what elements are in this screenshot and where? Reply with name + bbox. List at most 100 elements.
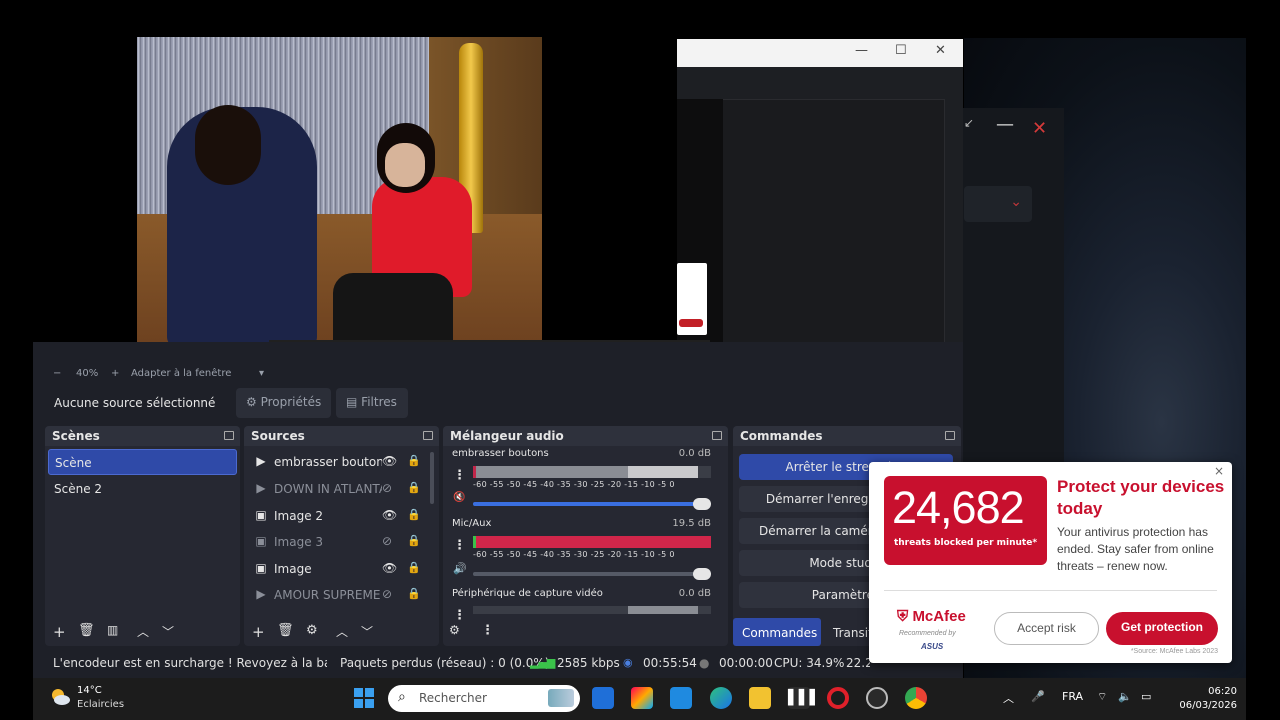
copilot-icon[interactable] <box>631 687 653 709</box>
eye-icon[interactable]: 👁 <box>382 508 397 522</box>
move-down-icon[interactable]: ﹀ <box>162 623 174 640</box>
obs-icon[interactable] <box>866 687 888 709</box>
live-time: 00:55:54 <box>643 656 697 670</box>
language-indicator[interactable]: FRA <box>1062 690 1083 703</box>
speaker-icon[interactable]: 🔊 <box>453 562 467 575</box>
mute-icon[interactable]: 🔇 <box>453 492 465 503</box>
gear-icon[interactable]: ⚙ <box>449 623 460 637</box>
maximize-icon[interactable]: ☐ <box>895 43 907 58</box>
weather-condition[interactable]: Eclaircies <box>77 699 124 710</box>
fit-dropdown-icon[interactable]: ▾ <box>259 368 264 379</box>
scrollbar[interactable] <box>430 452 434 504</box>
commands-title: Commandes <box>740 429 823 443</box>
scene-item[interactable]: Scène 2 <box>48 476 237 502</box>
bitrate: 2585 kbps <box>557 656 620 670</box>
opera-icon[interactable] <box>827 687 849 709</box>
file-explorer-icon[interactable] <box>749 687 771 709</box>
eye-hidden-icon[interactable]: ⊘ <box>382 481 392 495</box>
get-protection-button[interactable]: Get protection <box>1106 612 1218 645</box>
app-icon-translator[interactable] <box>592 687 614 709</box>
source-item[interactable]: ▣ Image 2 👁 🔒 <box>252 504 432 530</box>
properties-button[interactable]: ⚙ Propriétés <box>236 388 331 418</box>
minimize-icon[interactable]: — <box>855 43 868 58</box>
accept-risk-button[interactable]: Accept risk <box>994 612 1099 645</box>
volume-muted-icon[interactable]: 🔈 <box>1118 690 1132 703</box>
filters-button[interactable]: ▤ Filtres <box>336 388 408 418</box>
sources-dock: Sources ▶ embrasser boutons 👁 🔒 ▶ DOWN IN A… <box>244 426 439 646</box>
source-item[interactable]: ▶ AMOUR SUPREME ⊘ 🔒 <box>252 583 432 609</box>
headline: Protect your devices today <box>1057 477 1225 518</box>
zoom-out-button[interactable]: − <box>53 368 61 379</box>
image-icon: ▣ <box>255 508 267 522</box>
add-icon[interactable]: + <box>252 623 265 641</box>
zoom-level: 40% <box>76 368 99 379</box>
battery-icon[interactable]: ▭ <box>1141 690 1151 703</box>
chevron-up-icon[interactable]: ︿ <box>1003 690 1014 706</box>
undock-icon[interactable] <box>945 431 955 440</box>
mixer-title: Mélangeur audio <box>450 429 564 443</box>
search-icon: ⌕ <box>398 689 406 705</box>
temperature[interactable]: 14°C <box>77 685 102 696</box>
kebab-menu-icon[interactable]: ⋮ <box>453 468 466 483</box>
eye-icon[interactable]: 👁 <box>382 454 397 468</box>
scenes-title: Scènes <box>52 429 100 443</box>
undock-icon[interactable] <box>423 431 433 440</box>
edge-icon[interactable] <box>710 687 732 709</box>
microphone-icon[interactable]: 🎤 <box>1031 690 1045 703</box>
source-item[interactable]: ▶ embrasser boutons 👁 🔒 <box>252 450 432 476</box>
channel-name: Mic/Aux <box>452 518 492 529</box>
lock-icon[interactable]: 🔒 <box>407 454 421 467</box>
lock-icon[interactable]: 🔒 <box>407 534 421 547</box>
move-up-icon[interactable]: ︿ <box>137 623 149 640</box>
record-time: 00:00:00 <box>719 656 773 670</box>
restore-icon[interactable]: ↙ <box>964 116 974 130</box>
record-icon: ● <box>699 656 710 670</box>
eye-hidden-icon[interactable]: ⊘ <box>382 534 392 548</box>
eye-hidden-icon[interactable]: ⊘ <box>382 587 392 601</box>
clock-time[interactable]: 06:20 <box>1203 686 1237 697</box>
close-icon[interactable]: ✕ <box>1032 118 1047 139</box>
mixer-toolbar: ⚙ ⋮ <box>443 620 728 646</box>
close-icon[interactable]: ✕ <box>935 43 946 58</box>
play-icon: ▶ <box>256 481 266 495</box>
zoom-in-button[interactable]: + <box>111 368 119 379</box>
move-up-icon[interactable]: ︿ <box>336 623 348 640</box>
background-dropdown[interactable]: ⌄ <box>964 186 1032 222</box>
fps: 22.29 / 30.00 FPS <box>846 656 870 670</box>
add-icon[interactable]: + <box>53 623 66 641</box>
source-item[interactable]: ▣ Image 👁 🔒 <box>252 557 432 583</box>
dropped-frames: Paquets perdus (réseau) : 0 (0.0%) <box>340 656 550 670</box>
lock-icon[interactable]: 🔒 <box>407 587 421 600</box>
source-item[interactable]: ▶ DOWN IN ATLANTA ⊘ 🔒 <box>252 477 432 503</box>
lock-icon[interactable]: 🔒 <box>407 481 421 494</box>
eye-icon[interactable]: 👁 <box>382 561 397 575</box>
source-note: *Source: McAfee Labs 2023 <box>1130 648 1218 655</box>
source-item[interactable]: ▣ Image 3 ⊘ 🔒 <box>252 530 432 556</box>
lock-icon[interactable]: 🔒 <box>407 508 421 521</box>
audio-app-icon[interactable]: ▌▌▌ <box>788 687 820 709</box>
undock-icon[interactable] <box>224 431 234 440</box>
volume-slider[interactable] <box>473 568 711 580</box>
minimize-icon[interactable]: — <box>996 114 1014 135</box>
trash-icon[interactable]: 🗑 <box>78 623 95 638</box>
undock-icon[interactable] <box>712 431 722 440</box>
gear-icon[interactable]: ⚙ <box>306 623 318 638</box>
tab-commands[interactable]: Commandes <box>733 618 821 646</box>
chrome-icon[interactable] <box>905 687 927 709</box>
channel-db: 0.0 dB <box>678 588 711 599</box>
clock-date[interactable]: 06/03/2026 <box>1173 700 1237 711</box>
scene-item[interactable]: Scène <box>48 449 237 475</box>
volume-slider[interactable] <box>473 498 711 510</box>
kebab-menu-icon[interactable]: ⋮ <box>481 623 494 638</box>
filter-icon[interactable]: ▥ <box>107 623 118 637</box>
lock-icon[interactable]: 🔒 <box>407 561 421 574</box>
fit-window-label[interactable]: Adapter à la fenêtre <box>131 368 231 379</box>
windows-start-icon[interactable] <box>353 687 375 709</box>
kebab-menu-icon[interactable]: ⋮ <box>453 538 466 553</box>
outlook-icon[interactable] <box>670 687 692 709</box>
taskbar-search[interactable]: ⌕ Rechercher <box>388 685 580 712</box>
move-down-icon[interactable]: ﹀ <box>361 623 373 640</box>
weather-icon[interactable] <box>49 686 71 708</box>
wifi-icon[interactable]: ⌔ <box>1097 690 1107 704</box>
trash-icon[interactable]: 🗑 <box>277 623 294 638</box>
